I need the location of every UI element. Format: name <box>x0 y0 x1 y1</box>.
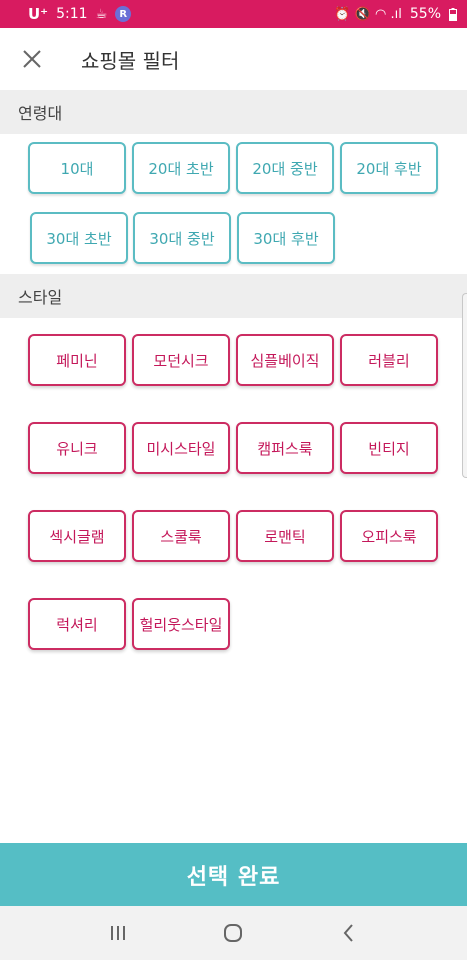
style-chip-lovely[interactable]: 러블리 <box>340 334 438 386</box>
style-section-header: 스타일 <box>0 274 467 318</box>
age-chip-early-20s[interactable]: 20대 초반 <box>132 142 230 194</box>
clock: 5:11 <box>56 6 88 22</box>
style-chip-simple-basic[interactable]: 심플베이직 <box>236 334 334 386</box>
style-chip-sexy-glam[interactable]: 섹시글램 <box>28 510 126 562</box>
style-chip-romantic[interactable]: 로맨틱 <box>236 510 334 562</box>
navigation-bar <box>0 906 467 960</box>
close-icon <box>23 50 41 68</box>
age-section-header: 연령대 <box>0 90 467 134</box>
style-chip-office-look[interactable]: 오피스룩 <box>340 510 438 562</box>
recent-apps-button[interactable] <box>98 913 138 953</box>
page-title: 쇼핑몰 필터 <box>81 48 180 73</box>
status-bar: U⁺ 5:11 ☕ R ⏰ 🔇 ◠ .ıl 55% <box>0 0 467 28</box>
style-chip-unique[interactable]: 유니크 <box>28 422 126 474</box>
style-chip-luxury[interactable]: 럭셔리 <box>28 598 126 650</box>
battery-percent: 55% <box>409 6 441 22</box>
back-icon <box>343 924 353 942</box>
style-chip-campus-look[interactable]: 캠퍼스룩 <box>236 422 334 474</box>
scrollbar[interactable] <box>462 293 467 478</box>
age-section-title: 연령대 <box>18 104 63 123</box>
age-chip-late-30s[interactable]: 30대 후반 <box>237 212 335 264</box>
header: 쇼핑몰 필터 <box>0 28 467 90</box>
system-status-icons: ⏰ 🔇 ◠ .ıl <box>334 6 402 22</box>
cup-icon: ☕ <box>95 6 108 22</box>
style-chip-feminine[interactable]: 페미닌 <box>28 334 126 386</box>
age-chip-early-30s[interactable]: 30대 초반 <box>30 212 128 264</box>
screen: U⁺ 5:11 ☕ R ⏰ 🔇 ◠ .ıl 55% 쇼핑몰 필터 연령대 10대… <box>0 0 467 960</box>
age-chip-mid-20s[interactable]: 20대 중반 <box>236 142 334 194</box>
recent-apps-icon <box>110 926 125 940</box>
status-bar-right: ⏰ 🔇 ◠ .ıl 55% <box>334 6 457 22</box>
style-chip-modern-chic[interactable]: 모던시크 <box>132 334 230 386</box>
home-icon <box>224 924 243 942</box>
style-chip-missy-style[interactable]: 미시스타일 <box>132 422 230 474</box>
close-button[interactable] <box>0 28 64 90</box>
carrier-label: U⁺ <box>28 5 49 23</box>
age-chip-mid-30s[interactable]: 30대 중반 <box>133 212 231 264</box>
style-chip-vintage[interactable]: 빈티지 <box>340 422 438 474</box>
status-bar-left: U⁺ 5:11 ☕ R <box>28 5 132 23</box>
style-chip-hollywood-style[interactable]: 헐리웃스타일 <box>132 598 230 650</box>
app-badge-icon: R <box>115 6 132 22</box>
back-button[interactable] <box>329 913 369 953</box>
style-chip-school-look[interactable]: 스쿨룩 <box>132 510 230 562</box>
age-chip-10s[interactable]: 10대 <box>28 142 126 194</box>
style-section-title: 스타일 <box>18 288 63 307</box>
battery-icon <box>449 7 457 21</box>
age-chip-late-20s[interactable]: 20대 후반 <box>340 142 438 194</box>
home-button[interactable] <box>213 913 253 953</box>
complete-selection-button[interactable]: 선택 완료 <box>0 843 467 906</box>
